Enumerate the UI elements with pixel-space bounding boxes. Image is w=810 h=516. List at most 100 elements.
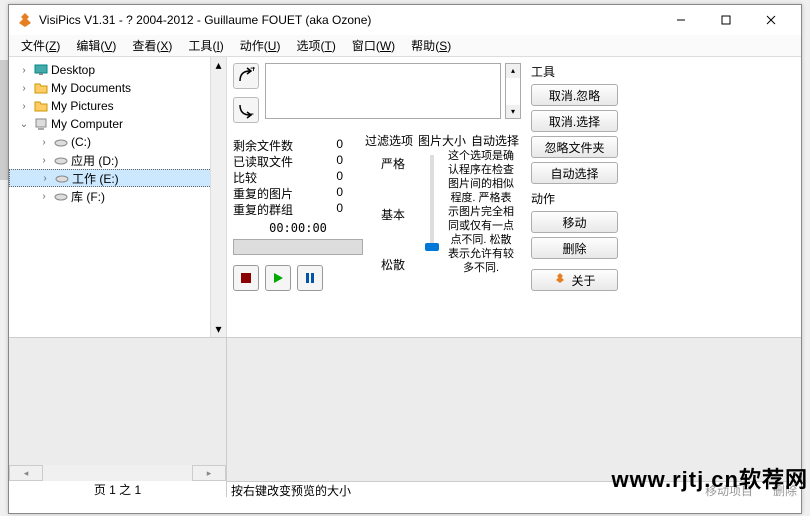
tree-label: My Documents (51, 81, 131, 95)
expand-icon[interactable]: › (17, 65, 31, 76)
list-scroll[interactable]: ▴ ▾ (505, 63, 521, 119)
menu-tools[interactable]: 工具(I) (180, 35, 231, 56)
cancel-select-button[interactable]: 取消.选择 (531, 110, 618, 132)
ignore-folder-button[interactable]: 忽略文件夹 (531, 136, 618, 158)
content-area: › Desktop › My Documents › My Pictures ⌄ (9, 57, 801, 337)
stat-remaining-value: 0 (313, 137, 343, 153)
close-button[interactable] (748, 6, 793, 34)
hint-text: 按右键改变预览的大小 (231, 482, 705, 497)
tree-node-mydocuments[interactable]: › My Documents (9, 79, 226, 97)
pause-button[interactable] (297, 265, 323, 291)
scroll-down-button[interactable]: ▾ (211, 321, 226, 337)
drive-icon (53, 152, 69, 168)
scroll-up-button[interactable]: ▴ (211, 57, 226, 73)
menu-actions[interactable]: 动作(U) (232, 35, 289, 56)
computer-icon (33, 116, 49, 132)
auto-select-button[interactable]: 自动选择 (531, 162, 618, 184)
actions-heading: 动作 (531, 190, 618, 207)
about-button[interactable]: 关于 (531, 269, 618, 291)
tree-node-drive-c[interactable]: › (C:) (9, 133, 226, 151)
minimize-button[interactable] (658, 6, 703, 34)
tree-node-mycomputer[interactable]: ⌄ My Computer (9, 115, 226, 133)
expand-icon[interactable]: › (17, 101, 31, 112)
page-indicator: 页 1 之 1 (9, 481, 226, 497)
stat-dup-label: 重复的图片 (233, 185, 313, 201)
scroll-left-button[interactable]: ◂ (9, 465, 43, 481)
strictness-slider[interactable] (430, 155, 434, 249)
list-down-button[interactable]: ▾ (506, 105, 520, 119)
window-title: VisiPics V1.31 - ? 2004-2012 - Guillaume… (39, 13, 658, 27)
tree-label: 应用 (D:) (71, 152, 118, 169)
tree-node-drive-e[interactable]: › 工作 (E:) (9, 169, 226, 187)
folder-tree-pane: › Desktop › My Documents › My Pictures ⌄ (9, 57, 227, 337)
tree-label: My Computer (51, 117, 123, 131)
tree-label: My Pictures (51, 99, 114, 113)
drive-icon (53, 134, 69, 150)
loose-label: 松散 (363, 256, 423, 273)
stop-button[interactable] (233, 265, 259, 291)
background-strip (0, 60, 8, 180)
menu-options[interactable]: 选项(T) (288, 35, 343, 56)
menu-edit[interactable]: 编辑(V) (68, 35, 124, 56)
progress-bar (233, 239, 363, 255)
scroll-right-button[interactable]: ▸ (192, 465, 226, 481)
selected-folders-list[interactable] (265, 63, 501, 119)
desktop-icon (33, 62, 49, 78)
menu-window[interactable]: 窗口(W) (344, 35, 403, 56)
collapse-icon[interactable]: ⌄ (17, 119, 31, 130)
expand-icon[interactable]: › (38, 173, 52, 184)
cancel-ignore-button[interactable]: 取消.忽略 (531, 84, 618, 106)
menu-file[interactable]: 文件(Z) (13, 35, 68, 56)
move-button[interactable]: 移动 (531, 211, 618, 233)
stat-remaining-label: 剩余文件数 (233, 137, 313, 153)
expand-icon[interactable]: › (17, 83, 31, 94)
scroll-track[interactable] (211, 73, 226, 321)
tree-node-drive-d[interactable]: › 应用 (D:) (9, 151, 226, 169)
play-button[interactable] (265, 265, 291, 291)
status-move-label: 移动项目 (705, 482, 753, 497)
folder-icon (33, 80, 49, 96)
about-label: 关于 (571, 272, 595, 289)
menu-view[interactable]: 查看(X) (124, 35, 180, 56)
folder-icon (33, 98, 49, 114)
filter-title: 过滤选项 (363, 132, 415, 149)
expand-icon[interactable]: › (37, 191, 51, 202)
maximize-button[interactable] (703, 6, 748, 34)
fox-icon (553, 272, 567, 289)
stat-dup-value: 0 (313, 185, 343, 201)
basic-label: 基本 (363, 206, 423, 223)
preview-pane: ◂ ▸ 页 1 之 1 按右键改变预览的大小 移动项目 删除 (9, 337, 801, 497)
list-up-button[interactable]: ▴ (506, 64, 520, 78)
preview-hscroll[interactable]: ◂ ▸ (9, 465, 226, 481)
titlebar: VisiPics V1.31 - ? 2004-2012 - Guillaume… (9, 5, 801, 35)
expand-icon[interactable]: › (37, 137, 51, 148)
strict-label: 严格 (363, 155, 423, 172)
tree-label: Desktop (51, 63, 95, 77)
auto-select-label: 自动选择 (469, 132, 521, 149)
tree-scrollbar[interactable]: ▴ ▾ (210, 57, 226, 337)
add-folder-button[interactable]: + (233, 63, 259, 89)
preview-left-panel: ◂ ▸ 页 1 之 1 (9, 338, 227, 497)
main-window: VisiPics V1.31 - ? 2004-2012 - Guillaume… (8, 4, 802, 514)
pic-size-label: 图片大小 (416, 132, 468, 149)
tree-label: 库 (F:) (71, 188, 105, 205)
tree-node-desktop[interactable]: › Desktop (9, 61, 226, 79)
tree-node-mypictures[interactable]: › My Pictures (9, 97, 226, 115)
menu-help[interactable]: 帮助(S) (403, 35, 459, 56)
tree-node-drive-f[interactable]: › 库 (F:) (9, 187, 226, 205)
strictness-labels: 严格 基本 松散 (363, 149, 423, 279)
tree-label: 工作 (E:) (72, 170, 119, 187)
tree-label: (C:) (71, 135, 91, 149)
filter-description: 这个选项是确认程序在检查图片间的相似程度. 严格表示图片完全相同或仅有一点点不同… (441, 149, 521, 279)
delete-button[interactable]: 删除 (531, 237, 618, 259)
svg-text:+: + (250, 67, 255, 75)
tools-heading: 工具 (531, 63, 618, 80)
folder-tree: › Desktop › My Documents › My Pictures ⌄ (9, 57, 226, 209)
expand-icon[interactable]: › (37, 155, 51, 166)
stat-read-value: 0 (313, 153, 343, 169)
remove-folder-button[interactable]: - (233, 97, 259, 123)
slider-thumb[interactable] (425, 243, 439, 251)
stat-group-value: 0 (313, 201, 343, 217)
preview-right-panel: 按右键改变预览的大小 移动项目 删除 (227, 338, 801, 497)
stat-compare-value: 0 (313, 169, 343, 185)
